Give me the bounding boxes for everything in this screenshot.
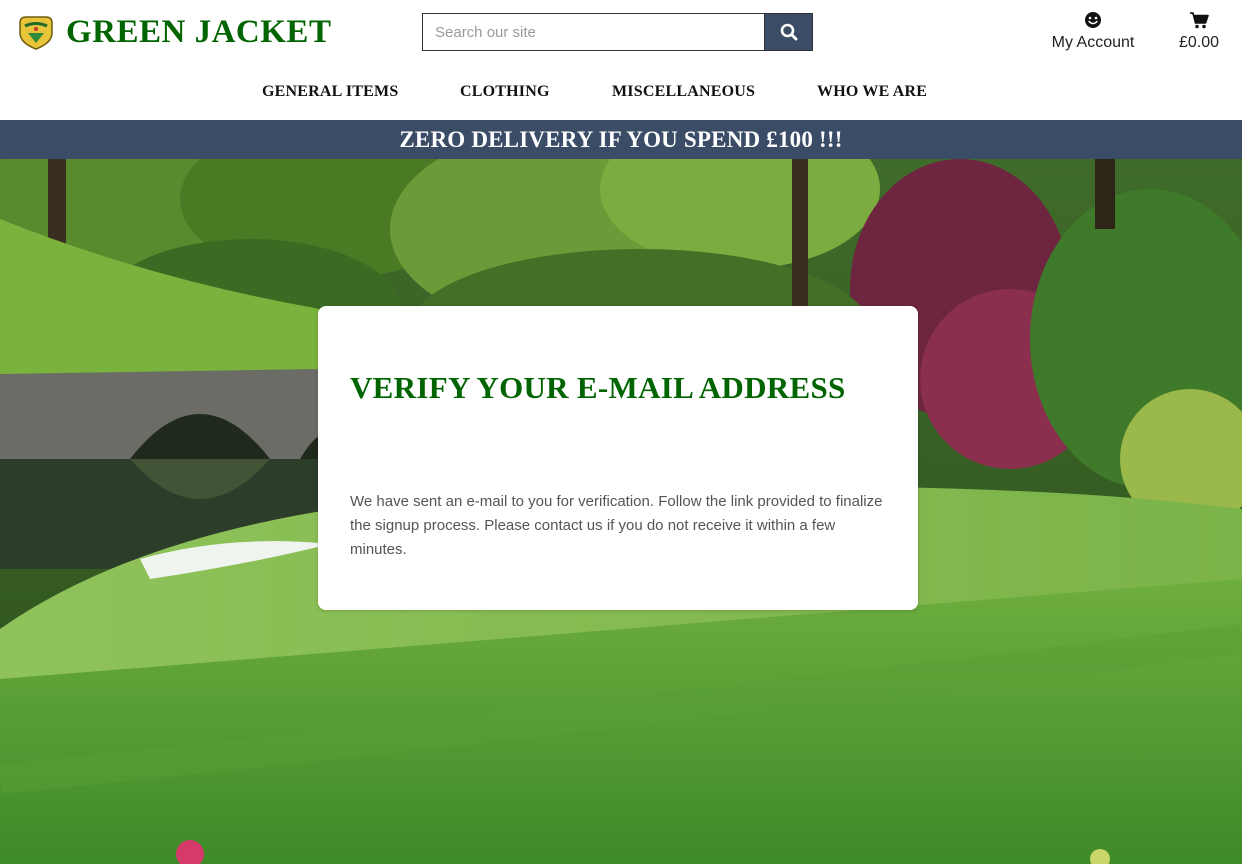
search-form (422, 13, 813, 51)
my-account-link[interactable]: My Account (1040, 10, 1146, 54)
verify-email-message: We have sent an e-mail to you for verifi… (350, 493, 883, 558)
nav-who-we-are[interactable]: WHO WE ARE (817, 78, 927, 106)
cart-total: £0.00 (1178, 34, 1220, 51)
my-account-label: My Account (1051, 34, 1135, 51)
delivery-banner: ZERO DELIVERY IF YOU SPEND £100 !!! (0, 120, 1242, 159)
cart-link[interactable]: £0.00 (1164, 10, 1234, 54)
delivery-banner-text: ZERO DELIVERY IF YOU SPEND £100 !!! (399, 127, 843, 152)
search-icon (780, 23, 797, 41)
brand-name: GREEN JACKET (66, 14, 332, 50)
search-input[interactable] (422, 13, 764, 51)
masters-logo-icon (19, 16, 53, 50)
nav-general-items[interactable]: GENERAL ITEMS (262, 78, 398, 106)
smiley-icon (1085, 12, 1101, 28)
verify-email-card: VERIFY YOUR E-MAIL ADDRESS We have sent … (318, 306, 918, 610)
verify-email-title: VERIFY YOUR E-MAIL ADDRESS (350, 370, 846, 405)
site-header: GREEN JACKET My Account £0.00 GENERAL IT… (0, 0, 1242, 120)
search-button[interactable] (764, 13, 813, 51)
nav-clothing[interactable]: CLOTHING (460, 78, 550, 106)
shopping-cart-icon (1190, 12, 1209, 29)
nav-miscellaneous[interactable]: MISCELLANEOUS (612, 78, 755, 106)
brand-link[interactable]: GREEN JACKET (16, 12, 331, 52)
main-nav: GENERAL ITEMS CLOTHING MISCELLANEOUS WHO… (0, 78, 1242, 106)
